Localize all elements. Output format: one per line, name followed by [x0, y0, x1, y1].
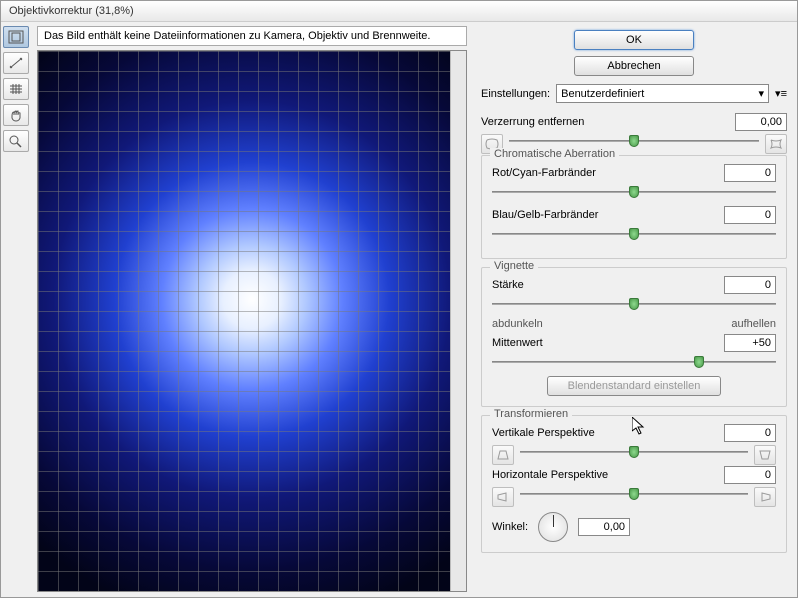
vignette-midpoint-slider[interactable] — [492, 354, 776, 370]
hpersp-right-icon[interactable] — [754, 487, 776, 507]
redcyan-label: Rot/Cyan-Farbränder — [492, 167, 724, 179]
blueyellow-label: Blau/Gelb-Farbränder — [492, 209, 724, 221]
hpersp-slider[interactable] — [520, 486, 748, 502]
info-message: Das Bild enthält keine Dateiinformatione… — [37, 26, 467, 46]
distortion-label: Verzerrung entfernen — [481, 116, 735, 128]
straighten-tool[interactable] — [3, 52, 29, 74]
vpersp-slider[interactable] — [520, 444, 748, 460]
ok-button[interactable]: OK — [574, 30, 694, 50]
window-title: Objektivkorrektur (31,8%) — [1, 1, 797, 22]
vignette-midpoint-input[interactable] — [724, 334, 776, 352]
settings-dropdown[interactable]: Benutzerdefiniert▾ — [556, 84, 769, 103]
tool-column — [1, 22, 33, 596]
transform-group-title: Transformieren — [490, 408, 572, 420]
distortion-slider[interactable] — [509, 133, 759, 149]
angle-input[interactable] — [578, 518, 630, 536]
vertical-scrollbar[interactable] — [450, 51, 466, 591]
angle-label: Winkel: — [492, 521, 528, 533]
zoom-tool[interactable] — [3, 130, 29, 152]
vpersp-label: Vertikale Perspektive — [492, 427, 724, 439]
vignette-strength-input[interactable] — [724, 276, 776, 294]
angle-dial[interactable] — [538, 512, 568, 542]
vignette-strength-slider[interactable] — [492, 296, 776, 312]
lighten-label: aufhellen — [731, 318, 776, 330]
hpersp-left-icon[interactable] — [492, 487, 514, 507]
vpersp-input[interactable] — [724, 424, 776, 442]
vpersp-up-icon[interactable] — [754, 445, 776, 465]
vignette-group-title: Vignette — [490, 260, 538, 272]
preview-area[interactable] — [37, 50, 467, 592]
cancel-button[interactable]: Abbrechen — [574, 56, 694, 76]
blueyellow-slider[interactable] — [492, 226, 776, 242]
settings-label: Einstellungen: — [481, 88, 550, 100]
pincushion-icon[interactable] — [765, 134, 787, 154]
redcyan-slider[interactable] — [492, 184, 776, 200]
vignette-midpoint-label: Mittenwert — [492, 337, 724, 349]
hpersp-input[interactable] — [724, 466, 776, 484]
settings-menu-icon[interactable]: ▾≡ — [775, 87, 787, 100]
remove-distortion-tool[interactable] — [3, 26, 29, 48]
hand-tool[interactable] — [3, 104, 29, 126]
blueyellow-input[interactable] — [724, 206, 776, 224]
aperture-default-button[interactable]: Blendenstandard einstellen — [547, 376, 722, 396]
vpersp-down-icon[interactable] — [492, 445, 514, 465]
distortion-input[interactable] — [735, 113, 787, 131]
hpersp-label: Horizontale Perspektive — [492, 469, 724, 481]
chevron-down-icon: ▾ — [759, 87, 765, 100]
vignette-strength-label: Stärke — [492, 279, 724, 291]
move-grid-tool[interactable] — [3, 78, 29, 100]
redcyan-input[interactable] — [724, 164, 776, 182]
chroma-group-title: Chromatische Aberration — [490, 148, 619, 160]
darken-label: abdunkeln — [492, 318, 543, 330]
